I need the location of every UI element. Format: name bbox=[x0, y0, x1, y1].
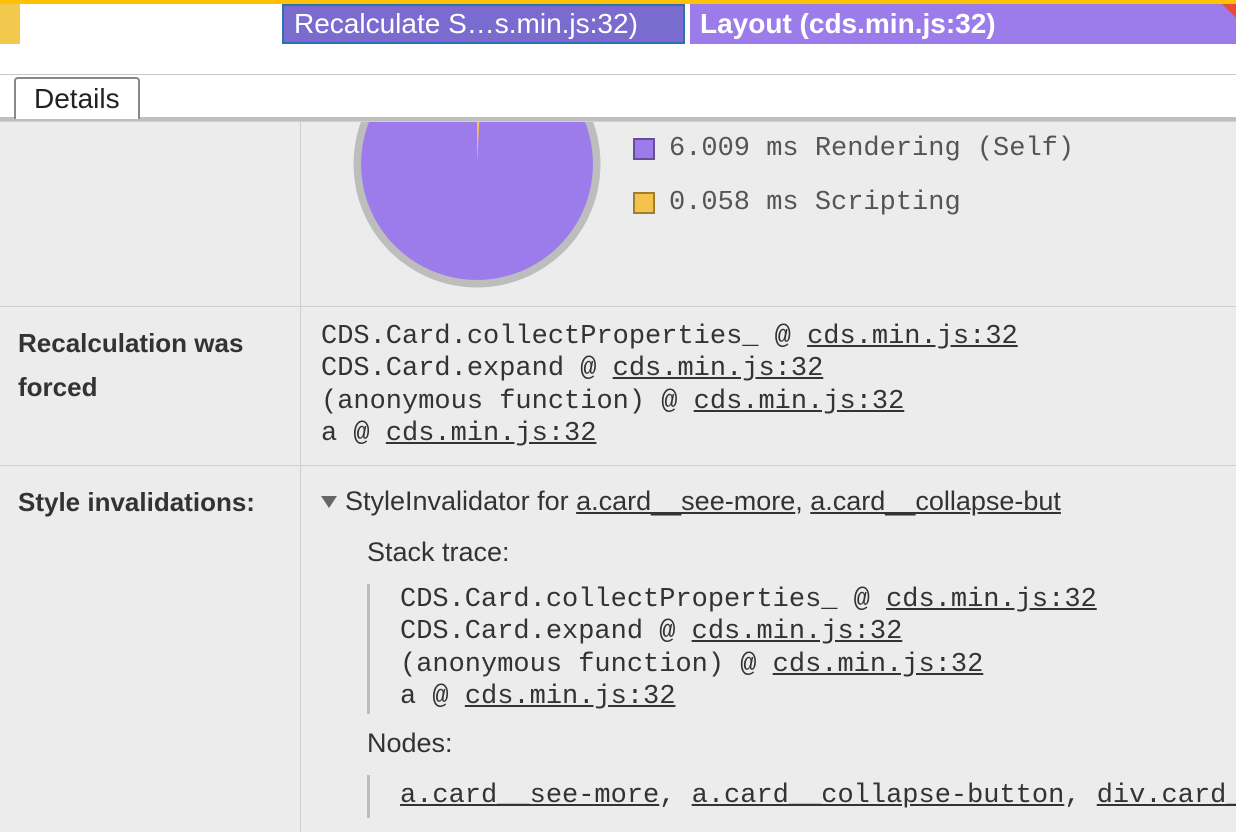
selector-link[interactable]: a.card__collapse-but bbox=[810, 486, 1061, 516]
pie-legend: 6.009 ms Rendering (Self) 0.058 ms Scrip… bbox=[633, 122, 1074, 230]
source-link[interactable]: cds.min.js:32 bbox=[465, 682, 676, 712]
legend-swatch-rendering bbox=[633, 138, 655, 160]
stack-frame: (anonymous function) @ cds.min.js:32 bbox=[321, 386, 1236, 418]
source-link[interactable]: cds.min.js:32 bbox=[386, 419, 597, 449]
stack-frame: CDS.Card.expand @ cds.min.js:32 bbox=[321, 353, 1236, 385]
nodes-heading: Nodes: bbox=[367, 722, 1236, 765]
source-link[interactable]: cds.min.js:32 bbox=[773, 650, 984, 680]
flame-segment-label: Recalculate S…s.min.js:32) bbox=[294, 8, 638, 40]
legend-swatch-scripting bbox=[633, 192, 655, 214]
row-label: Style invalidations: bbox=[0, 466, 300, 832]
stack-frame: a @ cds.min.js:32 bbox=[321, 418, 1236, 450]
details-tabbar: Details bbox=[0, 75, 1236, 121]
warning-icon bbox=[1220, 4, 1236, 20]
stack-trace-list: CDS.Card.collectProperties_ @ cds.min.js… bbox=[400, 584, 1236, 714]
flame-segment-label: Layout (cds.min.js:32) bbox=[700, 8, 996, 40]
source-link[interactable]: cds.min.js:32 bbox=[613, 354, 824, 384]
legend-label-scripting: 0.058 ms Scripting bbox=[669, 176, 961, 230]
chevron-down-icon[interactable] bbox=[321, 496, 337, 508]
source-link[interactable]: cds.min.js:32 bbox=[692, 617, 903, 647]
stack-frame: a @ cds.min.js:32 bbox=[400, 681, 1236, 713]
legend-label-rendering: 6.009 ms Rendering (Self) bbox=[669, 122, 1074, 176]
source-link[interactable]: cds.min.js:32 bbox=[694, 387, 905, 417]
flame-chart-strip[interactable]: Recalculate S…s.min.js:32) Layout (cds.m… bbox=[0, 0, 1236, 46]
flame-segment-script[interactable] bbox=[0, 4, 20, 44]
flame-segment-recalculate-style[interactable]: Recalculate S…s.min.js:32) bbox=[282, 4, 685, 44]
node-link[interactable]: div.card_ bbox=[1097, 781, 1236, 811]
tab-label: Details bbox=[34, 83, 120, 114]
stack-frame: (anonymous function) @ cds.min.js:32 bbox=[400, 649, 1236, 681]
stack-trace-list: CDS.Card.collectProperties_ @ cds.min.js… bbox=[321, 321, 1236, 451]
stack-trace-heading: Stack trace: bbox=[367, 531, 1236, 574]
node-link[interactable]: a.card__collapse-button bbox=[692, 781, 1065, 811]
tab-details[interactable]: Details bbox=[14, 77, 140, 119]
nodes-list: a.card__see-more, a.card__collapse-butto… bbox=[400, 775, 1236, 818]
style-invalidations-row: Style invalidations: StyleInvalidator fo… bbox=[0, 466, 1236, 832]
recalc-forced-row: Recalculation was forced CDS.Card.collec… bbox=[0, 307, 1236, 466]
stack-frame: CDS.Card.collectProperties_ @ cds.min.js… bbox=[400, 584, 1236, 616]
source-link[interactable]: cds.min.js:32 bbox=[886, 585, 1097, 615]
source-link[interactable]: cds.min.js:32 bbox=[807, 322, 1018, 352]
time-breakdown-pie bbox=[351, 122, 603, 292]
stack-frame: CDS.Card.expand @ cds.min.js:32 bbox=[400, 616, 1236, 648]
row-label: Recalculation was forced bbox=[0, 307, 300, 465]
invalidator-header[interactable]: StyleInvalidator for a.card__see-more, a… bbox=[321, 480, 1236, 523]
flame-segment-layout[interactable]: Layout (cds.min.js:32) bbox=[690, 4, 1236, 44]
selector-link[interactable]: a.card__see-more bbox=[576, 486, 795, 516]
aggregated-time-row: 6.009 ms Rendering (Self) 0.058 ms Scrip… bbox=[0, 122, 1236, 307]
node-link[interactable]: a.card__see-more bbox=[400, 781, 659, 811]
stack-frame: CDS.Card.collectProperties_ @ cds.min.js… bbox=[321, 321, 1236, 353]
